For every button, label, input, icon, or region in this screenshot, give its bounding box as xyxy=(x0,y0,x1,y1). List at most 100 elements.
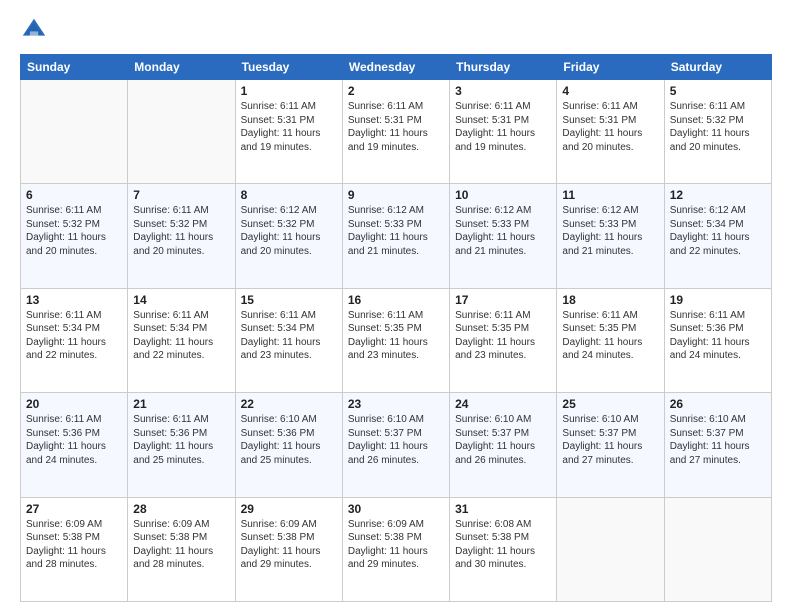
calendar-day-header: Tuesday xyxy=(235,55,342,80)
calendar-header-row: SundayMondayTuesdayWednesdayThursdayFrid… xyxy=(21,55,772,80)
calendar-day-header: Monday xyxy=(128,55,235,80)
day-info: Sunrise: 6:09 AM Sunset: 5:38 PM Dayligh… xyxy=(26,518,122,572)
day-info: Sunrise: 6:10 AM Sunset: 5:37 PM Dayligh… xyxy=(670,413,766,467)
day-info: Sunrise: 6:12 AM Sunset: 5:33 PM Dayligh… xyxy=(348,204,444,258)
day-info: Sunrise: 6:10 AM Sunset: 5:37 PM Dayligh… xyxy=(348,413,444,467)
calendar-cell xyxy=(664,497,771,601)
calendar-cell: 3 Sunrise: 6:11 AM Sunset: 5:31 PM Daylig… xyxy=(450,80,557,184)
day-info: Sunrise: 6:11 AM Sunset: 5:31 PM Dayligh… xyxy=(455,100,551,154)
logo-icon xyxy=(20,16,48,44)
day-info: Sunrise: 6:11 AM Sunset: 5:35 PM Dayligh… xyxy=(455,309,551,363)
calendar-cell xyxy=(128,80,235,184)
day-number: 4 xyxy=(562,84,658,98)
day-info: Sunrise: 6:11 AM Sunset: 5:34 PM Dayligh… xyxy=(26,309,122,363)
page: SundayMondayTuesdayWednesdayThursdayFrid… xyxy=(0,0,792,612)
day-info: Sunrise: 6:08 AM Sunset: 5:38 PM Dayligh… xyxy=(455,518,551,572)
day-number: 8 xyxy=(241,188,337,202)
day-info: Sunrise: 6:11 AM Sunset: 5:32 PM Dayligh… xyxy=(133,204,229,258)
day-info: Sunrise: 6:11 AM Sunset: 5:36 PM Dayligh… xyxy=(26,413,122,467)
calendar-cell: 19 Sunrise: 6:11 AM Sunset: 5:36 PM Dayli… xyxy=(664,288,771,392)
day-number: 18 xyxy=(562,293,658,307)
day-number: 13 xyxy=(26,293,122,307)
calendar-cell: 9 Sunrise: 6:12 AM Sunset: 5:33 PM Daylig… xyxy=(342,184,449,288)
day-info: Sunrise: 6:12 AM Sunset: 5:33 PM Dayligh… xyxy=(455,204,551,258)
calendar-cell: 20Sunrise: 6:11 AM Sunset: 5:36 PM Dayli… xyxy=(21,393,128,497)
day-number: 5 xyxy=(670,84,766,98)
day-number: 11 xyxy=(562,188,658,202)
day-info: Sunrise: 6:10 AM Sunset: 5:37 PM Dayligh… xyxy=(455,413,551,467)
day-number: 15 xyxy=(241,293,337,307)
day-number: 14 xyxy=(133,293,229,307)
calendar-day-header: Friday xyxy=(557,55,664,80)
calendar-cell xyxy=(557,497,664,601)
day-info: Sunrise: 6:11 AM Sunset: 5:35 PM Dayligh… xyxy=(562,309,658,363)
day-number: 16 xyxy=(348,293,444,307)
calendar-cell: 4Sunrise: 6:11 AM Sunset: 5:31 PM Daylig… xyxy=(557,80,664,184)
day-number: 6 xyxy=(26,188,122,202)
day-number: 28 xyxy=(133,502,229,516)
day-number: 31 xyxy=(455,502,551,516)
calendar-table: SundayMondayTuesdayWednesdayThursdayFrid… xyxy=(20,54,772,602)
calendar-cell: 10 Sunrise: 6:12 AM Sunset: 5:33 PM Dayli… xyxy=(450,184,557,288)
day-info: Sunrise: 6:09 AM Sunset: 5:38 PM Dayligh… xyxy=(133,518,229,572)
calendar-day-header: Saturday xyxy=(664,55,771,80)
calendar-week-row: 6 Sunrise: 6:11 AM Sunset: 5:32 PM Daylig… xyxy=(21,184,772,288)
day-number: 9 xyxy=(348,188,444,202)
calendar-week-row: 27Sunrise: 6:09 AM Sunset: 5:38 PM Dayli… xyxy=(21,497,772,601)
calendar-cell: 8 Sunrise: 6:12 AM Sunset: 5:32 PM Daylig… xyxy=(235,184,342,288)
day-number: 3 xyxy=(455,84,551,98)
day-info: Sunrise: 6:11 AM Sunset: 5:34 PM Dayligh… xyxy=(133,309,229,363)
calendar-cell: 16 Sunrise: 6:11 AM Sunset: 5:35 PM Dayli… xyxy=(342,288,449,392)
calendar-cell: 29 Sunrise: 6:09 AM Sunset: 5:38 PM Dayli… xyxy=(235,497,342,601)
calendar-cell: 24 Sunrise: 6:10 AM Sunset: 5:37 PM Dayli… xyxy=(450,393,557,497)
day-number: 29 xyxy=(241,502,337,516)
day-number: 21 xyxy=(133,397,229,411)
calendar-cell: 1Sunrise: 6:11 AM Sunset: 5:31 PM Daylig… xyxy=(235,80,342,184)
day-info: Sunrise: 6:11 AM Sunset: 5:36 PM Dayligh… xyxy=(133,413,229,467)
day-number: 17 xyxy=(455,293,551,307)
day-info: Sunrise: 6:12 AM Sunset: 5:32 PM Dayligh… xyxy=(241,204,337,258)
calendar-cell: 27Sunrise: 6:09 AM Sunset: 5:38 PM Dayli… xyxy=(21,497,128,601)
day-number: 10 xyxy=(455,188,551,202)
day-number: 12 xyxy=(670,188,766,202)
day-number: 24 xyxy=(455,397,551,411)
day-number: 7 xyxy=(133,188,229,202)
day-number: 26 xyxy=(670,397,766,411)
day-number: 2 xyxy=(348,84,444,98)
calendar-cell: 13 Sunrise: 6:11 AM Sunset: 5:34 PM Dayli… xyxy=(21,288,128,392)
calendar-cell: 30 Sunrise: 6:09 AM Sunset: 5:38 PM Dayli… xyxy=(342,497,449,601)
calendar-day-header: Sunday xyxy=(21,55,128,80)
day-number: 19 xyxy=(670,293,766,307)
calendar-cell: 5 Sunrise: 6:11 AM Sunset: 5:32 PM Daylig… xyxy=(664,80,771,184)
calendar-cell: 6Sunrise: 6:11 AM Sunset: 5:32 PM Daylig… xyxy=(21,184,128,288)
logo xyxy=(20,16,50,44)
calendar-cell: 23Sunrise: 6:10 AM Sunset: 5:37 PM Dayli… xyxy=(342,393,449,497)
calendar-cell: 21 Sunrise: 6:11 AM Sunset: 5:36 PM Dayli… xyxy=(128,393,235,497)
calendar-cell: 2 Sunrise: 6:11 AM Sunset: 5:31 PM Daylig… xyxy=(342,80,449,184)
calendar-cell: 12Sunrise: 6:12 AM Sunset: 5:34 PM Dayli… xyxy=(664,184,771,288)
day-info: Sunrise: 6:09 AM Sunset: 5:38 PM Dayligh… xyxy=(241,518,337,572)
calendar-day-header: Wednesday xyxy=(342,55,449,80)
day-info: Sunrise: 6:10 AM Sunset: 5:36 PM Dayligh… xyxy=(241,413,337,467)
day-info: Sunrise: 6:12 AM Sunset: 5:33 PM Dayligh… xyxy=(562,204,658,258)
day-info: Sunrise: 6:11 AM Sunset: 5:32 PM Dayligh… xyxy=(670,100,766,154)
calendar-cell: 31 Sunrise: 6:08 AM Sunset: 5:38 PM Dayli… xyxy=(450,497,557,601)
day-info: Sunrise: 6:11 AM Sunset: 5:31 PM Dayligh… xyxy=(241,100,337,154)
header xyxy=(20,16,772,44)
calendar-cell: 22Sunrise: 6:10 AM Sunset: 5:36 PM Dayli… xyxy=(235,393,342,497)
calendar-cell: 25Sunrise: 6:10 AM Sunset: 5:37 PM Dayli… xyxy=(557,393,664,497)
day-number: 25 xyxy=(562,397,658,411)
day-info: Sunrise: 6:11 AM Sunset: 5:31 PM Dayligh… xyxy=(348,100,444,154)
calendar-cell xyxy=(21,80,128,184)
day-info: Sunrise: 6:09 AM Sunset: 5:38 PM Dayligh… xyxy=(348,518,444,572)
day-info: Sunrise: 6:11 AM Sunset: 5:34 PM Dayligh… xyxy=(241,309,337,363)
calendar-cell: 11 Sunrise: 6:12 AM Sunset: 5:33 PM Dayli… xyxy=(557,184,664,288)
calendar-cell: 15 Sunrise: 6:11 AM Sunset: 5:34 PM Dayli… xyxy=(235,288,342,392)
calendar-cell: 26 Sunrise: 6:10 AM Sunset: 5:37 PM Dayli… xyxy=(664,393,771,497)
day-number: 30 xyxy=(348,502,444,516)
calendar-week-row: 1Sunrise: 6:11 AM Sunset: 5:31 PM Daylig… xyxy=(21,80,772,184)
calendar-week-row: 20Sunrise: 6:11 AM Sunset: 5:36 PM Dayli… xyxy=(21,393,772,497)
calendar-week-row: 13 Sunrise: 6:11 AM Sunset: 5:34 PM Dayli… xyxy=(21,288,772,392)
day-info: Sunrise: 6:11 AM Sunset: 5:36 PM Dayligh… xyxy=(670,309,766,363)
day-info: Sunrise: 6:11 AM Sunset: 5:35 PM Dayligh… xyxy=(348,309,444,363)
